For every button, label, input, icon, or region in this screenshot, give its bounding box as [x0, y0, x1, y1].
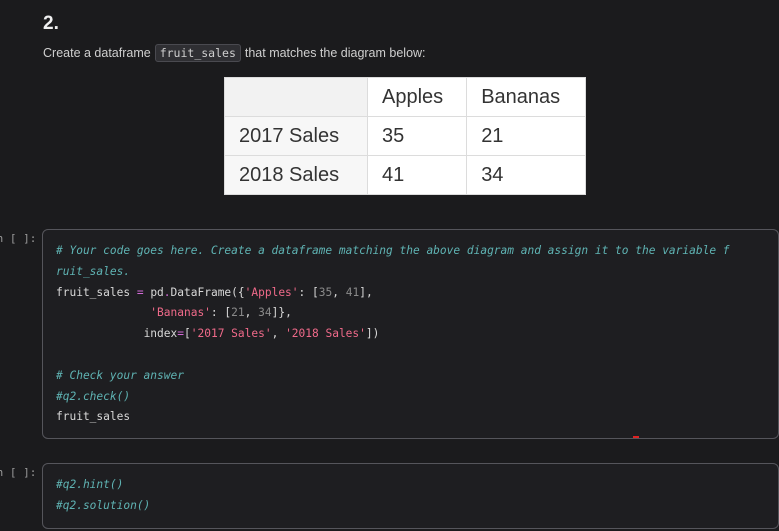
code-token: : [: [210, 306, 232, 320]
code-comment: #q2.check(): [56, 389, 131, 403]
diagram-cell: 41: [366, 155, 468, 195]
diagram-row: 2018 Sales 41 34: [224, 155, 586, 195]
code-token: : [: [298, 285, 319, 299]
diagram-cell: 21: [466, 116, 586, 156]
code-token: .: [163, 285, 171, 299]
instruction-text: Create a dataframe fruit_sales that matc…: [43, 44, 426, 62]
cursor-marker: [633, 436, 639, 438]
code-token: index: [143, 327, 178, 341]
code-token: [: [184, 327, 191, 341]
code-token: DataFrame({: [170, 285, 245, 299]
diagram-header-row: Apples Bananas: [224, 77, 586, 117]
code-cell[interactable]: #q2.hint() #q2.solution(): [42, 463, 779, 529]
code-token: ,: [332, 285, 346, 299]
code-comment: #q2.solution(): [56, 498, 151, 512]
code-comment: ruit_sales.: [56, 264, 131, 278]
cell-prompt: In [ ]:: [0, 232, 37, 245]
diagram-cell: 35: [366, 116, 468, 156]
code-token: ]): [365, 327, 380, 341]
code-token: fruit_sales: [56, 285, 137, 299]
section-heading: 2.: [43, 13, 59, 34]
code-string: '2017 Sales': [190, 327, 272, 341]
diagram-row-label: 2018 Sales: [224, 155, 368, 195]
code-line: fruit_sales: [56, 410, 131, 424]
diagram-cell: 34: [466, 155, 586, 195]
instruction-text-after: that matches the diagram below:: [244, 46, 426, 60]
code-token: ,: [271, 327, 286, 341]
cell-prompt: In [ ]:: [0, 466, 37, 479]
code-string: '2018 Sales': [285, 327, 366, 341]
code-token: =: [177, 327, 184, 341]
code-comment: # Your code goes here. Create a datafram…: [56, 244, 730, 257]
code-string: 'Bananas': [150, 306, 211, 320]
code-comment: # Check your answer: [56, 368, 184, 382]
diagram-corner-cell: [224, 77, 368, 117]
code-number: 35: [318, 285, 333, 299]
instruction-text-before: Create a dataframe: [43, 46, 151, 60]
code-editor[interactable]: # Your code goes here. Create a datafram…: [43, 230, 778, 428]
code-number: 21: [231, 306, 245, 320]
code-token: ,: [244, 306, 259, 320]
diagram-column-header: Apples: [366, 77, 468, 117]
code-number: 34: [258, 306, 272, 320]
diagram-column-header: Bananas: [466, 77, 586, 117]
diagram-table: Apples Bananas 2017 Sales 35 21 2018 Sal…: [224, 77, 586, 195]
code-number: 41: [345, 285, 360, 299]
dataframe-diagram: Apples Bananas 2017 Sales 35 21 2018 Sal…: [224, 77, 586, 195]
code-token: pd: [143, 285, 164, 299]
code-string: 'Apples': [244, 285, 299, 299]
inline-code-variable: fruit_sales: [154, 44, 241, 62]
diagram-row: 2017 Sales 35 21: [224, 116, 586, 156]
diagram-row-label: 2017 Sales: [224, 116, 368, 156]
code-token: =: [136, 285, 144, 299]
code-token: ]},: [271, 306, 292, 320]
code-editor[interactable]: #q2.hint() #q2.solution(): [43, 464, 778, 517]
code-comment: #q2.hint(): [56, 478, 124, 491]
code-cell[interactable]: # Your code goes here. Create a datafram…: [42, 229, 779, 439]
code-token: ],: [359, 285, 373, 299]
